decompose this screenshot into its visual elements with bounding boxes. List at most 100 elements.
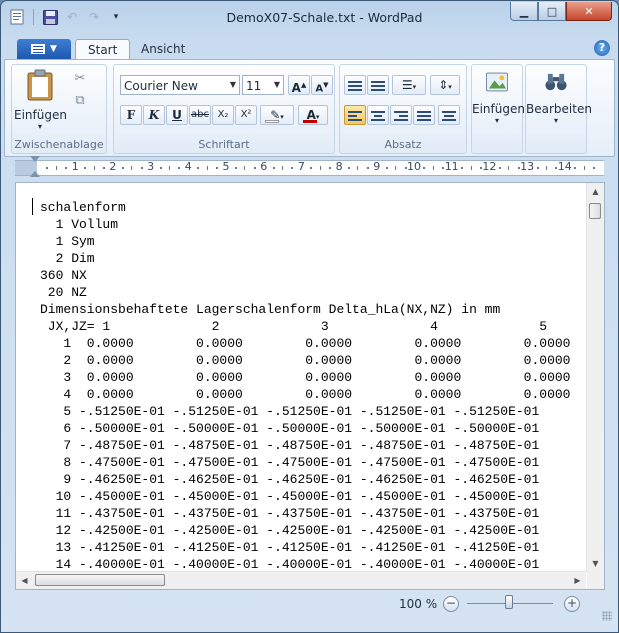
left-indent-marker[interactable]: [30, 171, 40, 177]
subscript-button[interactable]: X₂: [212, 105, 234, 125]
scroll-down-icon[interactable]: ▼: [587, 555, 604, 572]
chevron-down-icon: ▾: [448, 83, 452, 91]
ruler-tick: [366, 167, 369, 169]
document-line: 20 NZ: [40, 285, 87, 300]
document-line: 12 -.42500E-01 -.42500E-01 -.42500E-01 -…: [40, 523, 540, 538]
vertical-scroll-thumb[interactable]: [589, 203, 601, 219]
grow-font-button[interactable]: A▲: [288, 75, 310, 95]
vertical-scrollbar[interactable]: ▲ ▼: [586, 183, 604, 572]
scroll-right-icon[interactable]: ▶: [569, 572, 586, 589]
ruler-tick: [65, 167, 68, 169]
minimize-button[interactable]: ▁: [510, 2, 538, 21]
font-family-select[interactable]: Courier New ▼: [120, 75, 240, 95]
ruler-tick: [93, 166, 95, 170]
first-line-indent-marker[interactable]: [30, 156, 40, 162]
ruler-number: 9: [373, 160, 381, 173]
font-color-button[interactable]: A▾: [298, 105, 328, 125]
paragraph-icon: [442, 109, 456, 123]
ruler-number: 3: [147, 160, 155, 173]
bullet-list-icon: ☰: [401, 78, 413, 92]
horizontal-scrollbar[interactable]: ◀ ▶: [16, 571, 586, 589]
font-size-value: 11: [246, 79, 262, 93]
ruler-tick: [159, 167, 162, 169]
ruler-tick: [545, 166, 547, 170]
chevron-down-icon: ▼: [273, 80, 281, 89]
text-caret: [32, 198, 33, 215]
zoom-slider-thumb[interactable]: [505, 595, 513, 609]
paste-label: Einfügen: [14, 108, 67, 122]
document-line: 8 -.47500E-01 -.47500E-01 -.47500E-01 -.…: [40, 455, 540, 470]
paragraph-group: ☰▾ ⇕▾ Absatz: [339, 64, 467, 154]
underline-button[interactable]: U: [166, 105, 188, 125]
increase-indent-button[interactable]: [367, 75, 389, 95]
ruler-tick: [517, 167, 520, 169]
ruler-number: 6: [260, 160, 268, 173]
superscript-button[interactable]: X²: [235, 105, 257, 125]
bold-button[interactable]: F: [120, 105, 142, 125]
zoom-level: 100 %: [399, 597, 438, 611]
ruler: 1 2 3 4 5 6 7 8 9 10 11 12 13 14: [15, 156, 604, 178]
picture-icon: [486, 72, 508, 92]
ruler-bar[interactable]: 1 2 3 4 5 6 7 8 9 10 11 12 13 14: [15, 160, 604, 176]
align-left-button[interactable]: [344, 105, 366, 125]
scroll-up-icon[interactable]: ▲: [587, 183, 604, 200]
justify-icon: [417, 109, 431, 123]
chevron-down-icon: ▾: [553, 116, 558, 125]
strikethrough-button[interactable]: abc: [189, 105, 211, 125]
help-icon[interactable]: ?: [594, 40, 610, 56]
justify-button[interactable]: [413, 105, 435, 125]
close-button[interactable]: ✕: [566, 2, 612, 21]
document-area[interactable]: schalenform 1 Vollum 1 Sym 2 Dim 360 NX 2…: [15, 182, 605, 590]
ruler-number: 8: [335, 160, 343, 173]
ruler-tick: [84, 167, 87, 169]
ruler-tick: [131, 166, 133, 170]
ribbon: Einfügen ▾ ✂ ⧉ Zwischenablage Courier Ne…: [4, 59, 615, 157]
edit-group: Bearbeiten ▾: [525, 64, 592, 154]
document-text[interactable]: schalenform 1 Vollum 1 Sym 2 Dim 360 NX 2…: [40, 199, 580, 574]
paste-button[interactable]: Einfügen ▾: [14, 69, 67, 131]
align-center-button[interactable]: [367, 105, 389, 125]
paragraph-settings-button[interactable]: [438, 105, 460, 125]
align-right-button[interactable]: [390, 105, 412, 125]
binoculars-icon: [545, 73, 567, 91]
edit-button[interactable]: Bearbeiten ▾: [526, 69, 592, 125]
zoom-in-button[interactable]: +: [564, 596, 580, 612]
highlight-color-button[interactable]: ✎▾: [260, 105, 294, 125]
font-size-select[interactable]: 11 ▼: [242, 75, 284, 95]
ruler-tick: [178, 167, 181, 169]
chevron-down-icon: ▾: [494, 116, 499, 125]
decrease-indent-button[interactable]: [344, 75, 366, 95]
document-line: 2 0.0000 0.0000 0.0000 0.0000 0.0000: [40, 353, 571, 368]
bullet-list-button[interactable]: ☰▾: [392, 75, 426, 95]
edit-label: Bearbeiten: [526, 102, 592, 116]
tab-start[interactable]: Start: [75, 39, 131, 61]
ruler-number: 13: [520, 160, 535, 173]
line-spacing-button[interactable]: ⇕▾: [430, 75, 460, 95]
ruler-tick: [291, 167, 294, 169]
clipboard-group-label: Zwischenablage: [14, 138, 104, 151]
ruler-number: 7: [297, 160, 305, 173]
shrink-font-icon: A: [315, 83, 324, 95]
ruler-tick: [583, 166, 585, 170]
clipboard-icon: [27, 69, 53, 101]
font-color-swatch: [303, 120, 317, 123]
paragraph-group-label: Absatz: [384, 138, 422, 151]
maximize-button[interactable]: □: [538, 2, 566, 21]
ruler-tick: [46, 167, 49, 169]
application-menu-button[interactable]: ▼: [17, 39, 71, 59]
cut-icon[interactable]: ✂: [72, 71, 88, 87]
insert-button[interactable]: Einfügen ▾: [472, 69, 525, 125]
ruler-tick: [498, 167, 501, 169]
scroll-left-icon[interactable]: ◀: [16, 572, 33, 589]
tab-ansicht[interactable]: Ansicht: [129, 39, 197, 60]
italic-button[interactable]: K: [143, 105, 165, 125]
resize-grip[interactable]: [602, 611, 612, 621]
insert-label: Einfügen: [472, 102, 525, 116]
zoom-out-button[interactable]: −: [443, 596, 459, 612]
horizontal-scroll-thumb[interactable]: [35, 574, 165, 586]
ruler-tick: [55, 166, 57, 170]
copy-icon[interactable]: ⧉: [72, 93, 88, 109]
shrink-font-button[interactable]: A▼: [311, 75, 333, 95]
align-center-icon: [371, 109, 385, 123]
title-bar: ↶ ↷ ▾ DemoX07-Schale.txt - WordPad ▁ □ ✕: [1, 1, 618, 35]
